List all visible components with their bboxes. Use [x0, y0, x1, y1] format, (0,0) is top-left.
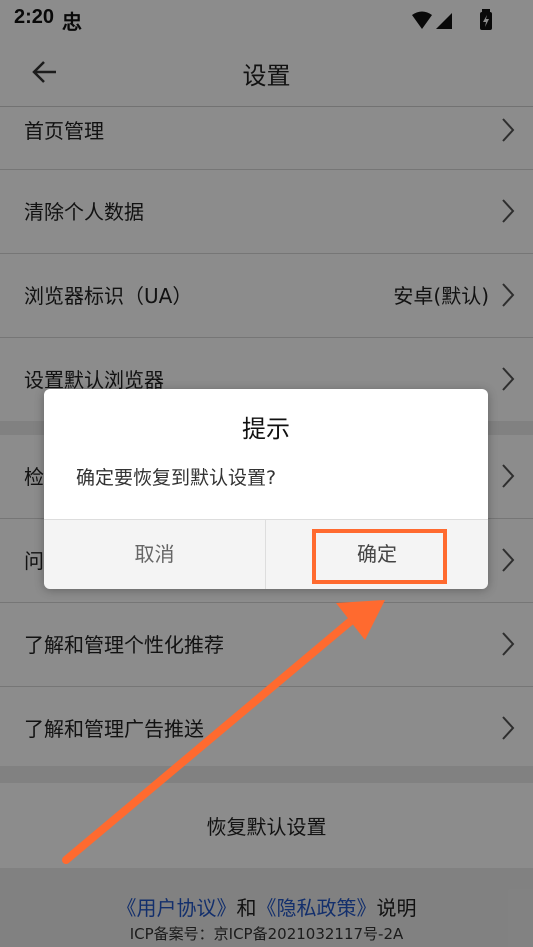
dialog-message: 确定要恢复到默认设置? — [76, 467, 277, 489]
cancel-button[interactable]: 取消 — [44, 520, 266, 589]
dialog-title: 提示 — [242, 415, 290, 443]
confirm-highlight-box — [312, 529, 447, 584]
